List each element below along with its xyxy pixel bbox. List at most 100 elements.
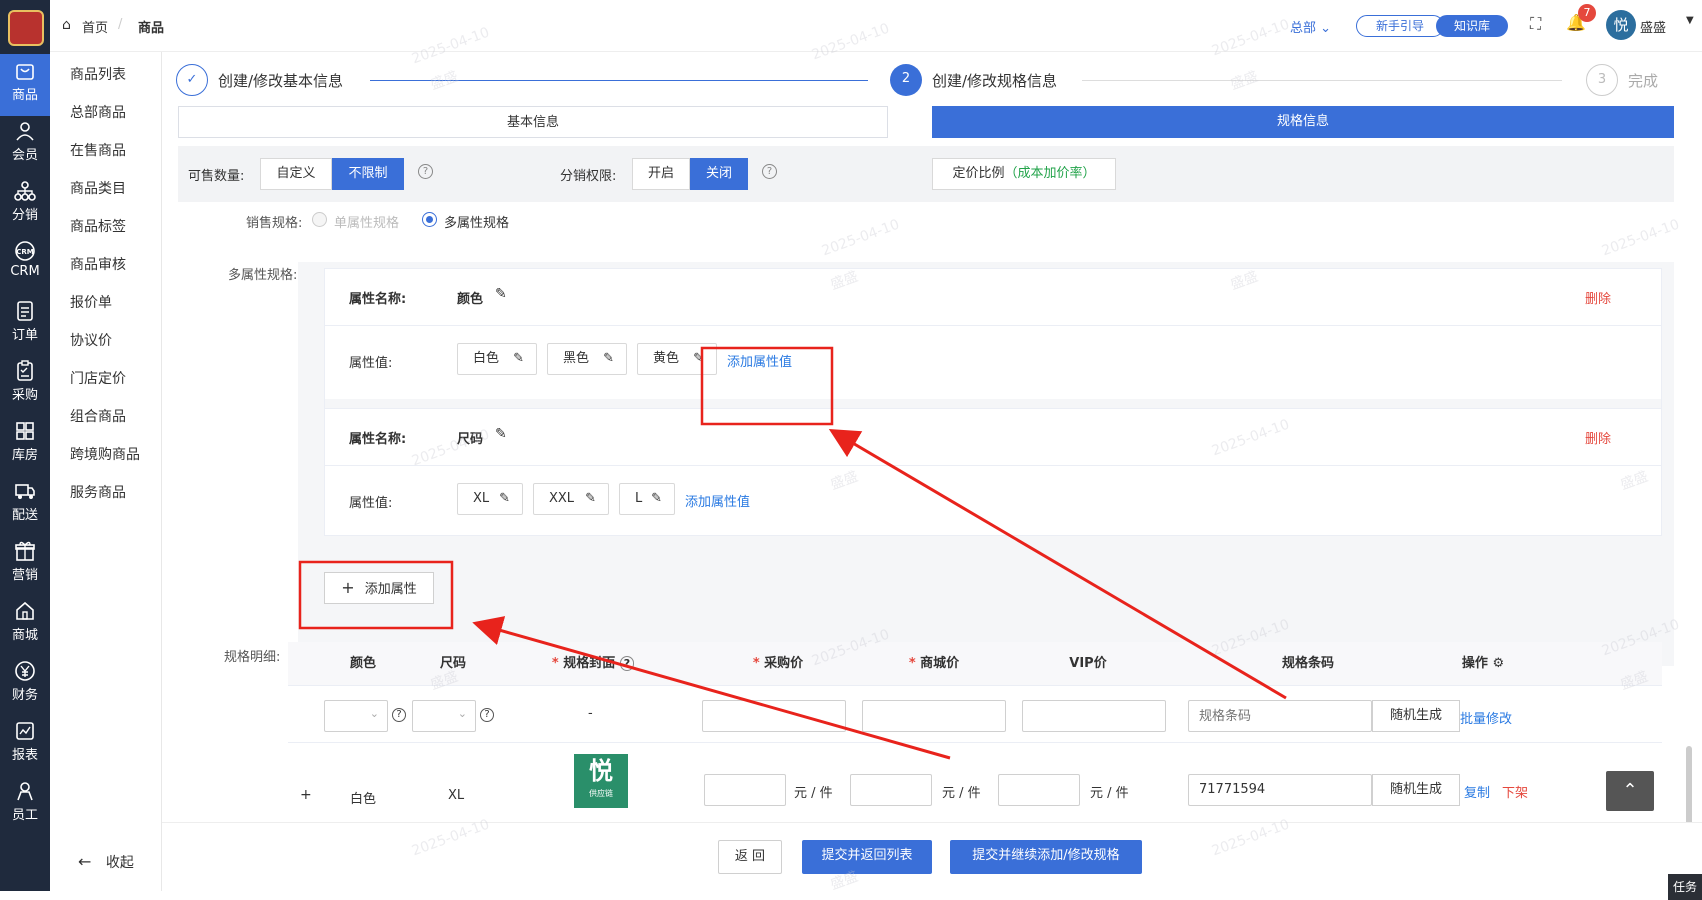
help-icon[interactable]: ? xyxy=(392,708,406,722)
batch-mall-price-input[interactable] xyxy=(862,700,1006,732)
qty-unlimited-button[interactable]: 不限制 xyxy=(332,158,404,190)
qty-custom-button[interactable]: 自定义 xyxy=(260,158,332,190)
spec-detail-table: 颜色 尺码 * 规格封面 ? * 采购价 * 商城价 VIP价 规格条码 操作 … xyxy=(288,642,1662,852)
caret-down-icon[interactable]: ▼ xyxy=(1686,15,1694,26)
guide-button[interactable]: 新手引导 xyxy=(1356,15,1444,37)
multi-spec-radio[interactable] xyxy=(422,212,437,227)
add-attribute-button[interactable]: + 添加属性 xyxy=(324,572,434,604)
pricing-ratio-button[interactable]: 定价比例（成本加价率） xyxy=(932,158,1116,190)
submit-return-button[interactable]: 提交并返回列表 xyxy=(802,840,932,874)
order-icon xyxy=(17,301,33,321)
tab-basic-info[interactable]: 基本信息 xyxy=(178,106,888,138)
rail-item-distribution[interactable]: 分销 xyxy=(0,174,50,236)
random-generate-button[interactable]: 随机生成 xyxy=(1372,774,1460,806)
edit-pen-icon[interactable]: ✎ xyxy=(513,344,524,374)
copy-link[interactable]: 复制 xyxy=(1464,782,1490,801)
rail-item-goods[interactable]: 商品 xyxy=(0,54,50,116)
edit-pen-icon[interactable]: ✎ xyxy=(495,426,507,442)
edit-pen-icon[interactable]: ✎ xyxy=(651,484,662,514)
collapse-label: 收起 xyxy=(105,855,134,871)
submit-continue-button[interactable]: 提交并继续添加/修改规格 xyxy=(950,840,1142,874)
edit-pen-icon[interactable]: ✎ xyxy=(585,484,596,514)
rail-item-finance[interactable]: 财务 xyxy=(0,654,50,716)
edit-pen-icon[interactable]: ✎ xyxy=(495,286,507,302)
attr-value-tag[interactable]: 白色 ✎ xyxy=(457,343,537,375)
subnav-item[interactable]: 商品类目 xyxy=(70,178,126,198)
chevron-down-icon: ⌄ xyxy=(1320,21,1332,36)
expand-row-button[interactable]: + xyxy=(300,787,312,803)
batch-purchase-price-input[interactable] xyxy=(702,700,846,732)
dist-on-button[interactable]: 开启 xyxy=(632,158,690,190)
help-icon[interactable]: ? xyxy=(619,656,635,671)
subnav-item[interactable]: 报价单 xyxy=(70,292,112,312)
rail-item-warehouse[interactable]: 库房 xyxy=(0,414,50,476)
attr-value-tag[interactable]: L ✎ xyxy=(619,483,675,515)
random-generate-button[interactable]: 随机生成 xyxy=(1372,700,1460,732)
task-tab[interactable]: 任务 xyxy=(1668,874,1702,900)
add-attr-value-link[interactable]: 添加属性值 xyxy=(727,351,792,370)
store-switcher[interactable]: 总部 ⌄ xyxy=(1290,17,1331,36)
subnav-item[interactable]: 总部商品 xyxy=(70,102,126,122)
fullscreen-icon[interactable]: ⛶ xyxy=(1530,14,1541,34)
barcode-input[interactable]: 71771594 xyxy=(1188,774,1372,806)
back-button[interactable]: 返 回 xyxy=(718,840,782,874)
edit-pen-icon[interactable]: ✎ xyxy=(499,484,510,514)
subnav-item[interactable]: 商品审核 xyxy=(70,254,126,274)
offshelf-link[interactable]: 下架 xyxy=(1502,782,1528,801)
attr-value: 黄色 xyxy=(653,351,680,366)
tab-spec-info[interactable]: 规格信息 xyxy=(932,106,1674,138)
rail-item-mall[interactable]: 商城 xyxy=(0,594,50,656)
breadcrumb-home[interactable]: 首页 xyxy=(82,17,108,36)
subnav-item[interactable]: 在售商品 xyxy=(70,140,126,160)
subnav-item[interactable]: 组合商品 xyxy=(70,406,126,426)
attr-value-tag[interactable]: XXL ✎ xyxy=(533,483,609,515)
batch-edit-link[interactable]: 批量修改 xyxy=(1460,708,1512,727)
rail-item-member[interactable]: 会员 xyxy=(0,114,50,176)
rail-item-marketing[interactable]: 营销 xyxy=(0,534,50,596)
size-filter-select[interactable]: ⌄ xyxy=(412,700,476,732)
edit-pen-icon[interactable]: ✎ xyxy=(693,344,704,374)
help-icon[interactable]: ? xyxy=(480,708,494,722)
vip-price-input[interactable] xyxy=(998,774,1080,806)
rail-item-order[interactable]: 订单 xyxy=(0,294,50,356)
delete-attribute-link[interactable]: 删除 xyxy=(1585,428,1611,447)
subnav-item[interactable]: 服务商品 xyxy=(70,482,126,502)
gear-icon[interactable]: ⚙ xyxy=(1492,656,1504,671)
mall-price-input[interactable] xyxy=(850,774,932,806)
subnav-item[interactable]: 门店定价 xyxy=(70,368,126,388)
back-to-top-button[interactable]: ⌃ xyxy=(1606,771,1654,811)
batch-vip-price-input[interactable] xyxy=(1022,700,1166,732)
subnav-item[interactable]: 商品标签 xyxy=(70,216,126,236)
footer-bar xyxy=(162,822,1702,891)
edit-pen-icon[interactable]: ✎ xyxy=(603,344,614,374)
col-header: 尺码 xyxy=(439,656,466,671)
delete-attribute-link[interactable]: 删除 xyxy=(1585,288,1611,307)
user-name[interactable]: 盛盛 xyxy=(1640,17,1666,36)
spec-cover-thumbnail[interactable]: 悦 供应链 xyxy=(574,754,628,808)
crm-icon: CRM xyxy=(15,241,35,261)
subnav-item[interactable]: 跨境购商品 xyxy=(70,444,140,464)
single-spec-radio[interactable] xyxy=(312,212,327,227)
add-attr-value-link[interactable]: 添加属性值 xyxy=(685,491,750,510)
subnav-item[interactable]: 协议价 xyxy=(70,330,112,350)
avatar[interactable]: 悦 xyxy=(1606,10,1636,40)
collapse-button[interactable]: ← 收起 xyxy=(78,852,134,872)
col-header: VIP价 xyxy=(1069,656,1107,671)
help-icon[interactable]: ? xyxy=(418,164,433,179)
attr-value-tag[interactable]: XL ✎ xyxy=(457,483,523,515)
rail-item-staff[interactable]: 员工 xyxy=(0,774,50,836)
hierarchy-icon xyxy=(14,181,36,201)
attr-value-tag[interactable]: 黄色 ✎ xyxy=(637,343,717,375)
attr-value-tag[interactable]: 黑色 ✎ xyxy=(547,343,627,375)
rail-item-report[interactable]: 报表 xyxy=(0,714,50,776)
knowledge-base-button[interactable]: 知识库 xyxy=(1436,15,1508,37)
rail-item-crm[interactable]: CRM CRM xyxy=(0,234,50,296)
help-icon[interactable]: ? xyxy=(762,164,777,179)
rail-item-purchase[interactable]: 采购 xyxy=(0,354,50,416)
color-filter-select[interactable]: ⌄ xyxy=(324,700,388,732)
batch-barcode-input[interactable] xyxy=(1188,700,1372,732)
subnav-item[interactable]: 商品列表 xyxy=(70,64,126,84)
purchase-price-input[interactable] xyxy=(704,774,786,806)
dist-off-button[interactable]: 关闭 xyxy=(690,158,748,190)
rail-item-delivery[interactable]: 配送 xyxy=(0,474,50,536)
